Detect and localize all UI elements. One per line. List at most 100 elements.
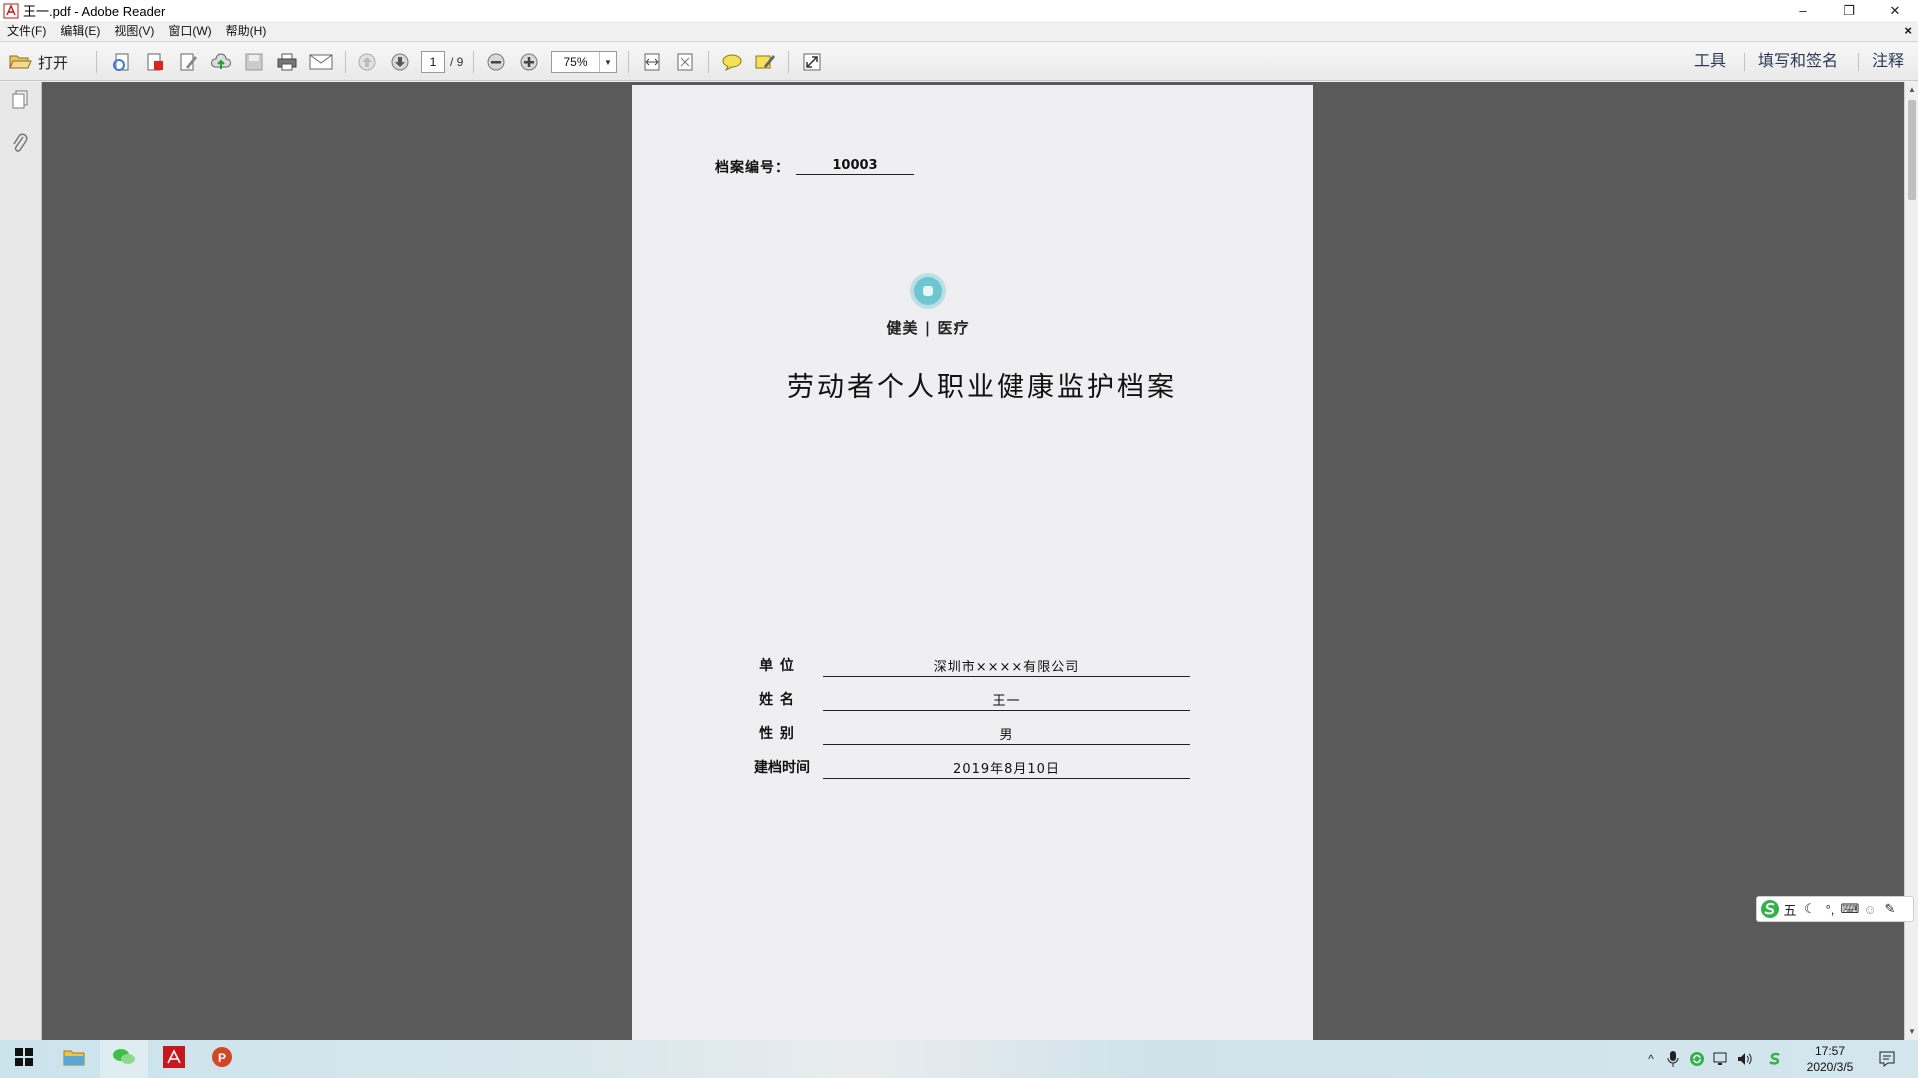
- punctuation-icon[interactable]: °,: [1820, 899, 1840, 919]
- previous-page-button[interactable]: [355, 50, 379, 74]
- volume-icon[interactable]: [1736, 1050, 1754, 1068]
- close-document-button[interactable]: ×: [1904, 23, 1912, 38]
- powerpoint-icon: P: [211, 1046, 233, 1073]
- arrow-down-circle-icon: [390, 52, 410, 72]
- toolbar: 打开 1 / 9 75% ▼ 工具 填写和签名 注释: [0, 43, 1918, 81]
- close-button[interactable]: ✕: [1872, 0, 1918, 21]
- highlight-button[interactable]: [753, 50, 777, 74]
- company-logo: [908, 271, 948, 311]
- toolbar-separator: [1744, 53, 1745, 71]
- keyboard-icon[interactable]: ⌨: [1840, 899, 1860, 919]
- chevron-down-icon[interactable]: ▼: [600, 52, 616, 72]
- minus-circle-icon: [486, 52, 506, 72]
- start-button[interactable]: [0, 1040, 48, 1078]
- taskbar-clock[interactable]: 17:57 2020/3/5: [1790, 1043, 1870, 1075]
- tools-button[interactable]: 工具: [1694, 51, 1726, 73]
- toolbar-separator: [345, 51, 346, 73]
- export-pdf-icon: [144, 51, 166, 73]
- toolbar-separator: [708, 51, 709, 73]
- wrench-icon[interactable]: ✎: [1880, 899, 1900, 919]
- comment-button[interactable]: 注释: [1872, 51, 1904, 73]
- upload-button[interactable]: [209, 50, 233, 74]
- attachments-button[interactable]: [8, 133, 32, 158]
- notification-icon[interactable]: [1878, 1050, 1896, 1068]
- restore-button[interactable]: ❐: [1826, 0, 1872, 21]
- save-icon: [244, 52, 264, 72]
- open-label: 打开: [38, 54, 69, 72]
- create-pdf-icon: [111, 51, 133, 73]
- menu-view[interactable]: 视图(V): [107, 21, 161, 42]
- open-button[interactable]: 打开: [8, 50, 68, 74]
- zoom-select[interactable]: 75% ▼: [551, 51, 617, 73]
- gender-label: 性 别: [759, 726, 795, 742]
- taskbar-file-explorer[interactable]: [50, 1040, 98, 1078]
- windows-icon: [15, 1047, 33, 1071]
- arrow-up-circle-icon: [357, 52, 377, 72]
- email-button[interactable]: [308, 50, 334, 74]
- document-view[interactable]: 档案编号： 10003 健美 | 医疗 劳动者个人职业健康监护档案 单 位 深圳…: [42, 82, 1904, 1040]
- gender-value: 男: [823, 724, 1190, 745]
- menu-file[interactable]: 文件(F): [0, 21, 53, 42]
- fit-width-icon: [642, 52, 662, 72]
- highlighter-icon: [754, 52, 776, 72]
- fit-width-button[interactable]: [640, 50, 664, 74]
- zoom-value: 75%: [552, 52, 600, 72]
- name-label: 姓 名: [759, 692, 795, 708]
- taskbar-powerpoint[interactable]: P: [198, 1040, 246, 1078]
- taskbar-wechat[interactable]: [100, 1040, 148, 1078]
- export-pdf-button[interactable]: [143, 50, 167, 74]
- user-icon[interactable]: ☺: [1860, 899, 1880, 919]
- scroll-up-icon[interactable]: ▲: [1907, 84, 1917, 96]
- archive-number-value: 10003: [796, 158, 914, 175]
- menu-window[interactable]: 窗口(W): [161, 21, 218, 42]
- microphone-icon[interactable]: [1664, 1050, 1682, 1068]
- plus-circle-icon: [519, 52, 539, 72]
- next-page-button[interactable]: [388, 50, 412, 74]
- scrollbar-thumb[interactable]: [1908, 100, 1916, 200]
- network-icon[interactable]: [1712, 1050, 1730, 1068]
- cloud-upload-icon: [210, 51, 232, 73]
- menu-edit[interactable]: 编辑(E): [53, 21, 107, 42]
- full-screen-button[interactable]: [800, 50, 824, 74]
- menu-help[interactable]: 帮助(H): [219, 21, 274, 42]
- navigation-pane: [0, 82, 42, 1040]
- print-button[interactable]: [275, 50, 299, 74]
- adobe-reader-icon: [3, 3, 19, 19]
- ime-mode[interactable]: 五: [1780, 899, 1800, 919]
- toolbar-separator: [788, 51, 789, 73]
- unit-value: 深圳市××××有限公司: [823, 656, 1190, 677]
- sticky-note-button[interactable]: [720, 50, 744, 74]
- save-button[interactable]: [242, 50, 266, 74]
- svg-text:P: P: [218, 1051, 226, 1065]
- taskbar-adobe-reader[interactable]: [150, 1040, 198, 1078]
- sync-icon[interactable]: [1688, 1050, 1706, 1068]
- window-title: 王一.pdf - Adobe Reader: [23, 4, 166, 19]
- folder-open-icon: [8, 52, 32, 72]
- page-thumbnails-button[interactable]: [8, 90, 32, 114]
- toolbar-separator: [628, 51, 629, 73]
- sogou-logo-icon[interactable]: [1760, 899, 1780, 919]
- sogou-tray-icon[interactable]: [1766, 1050, 1784, 1068]
- zoom-out-button[interactable]: [484, 50, 508, 74]
- name-value: 王一: [823, 690, 1190, 711]
- scroll-down-icon[interactable]: ▼: [1907, 1026, 1917, 1038]
- page-number-input[interactable]: 1: [421, 51, 445, 73]
- fit-page-button[interactable]: [673, 50, 697, 74]
- fill-and-sign-button[interactable]: 填写和签名: [1758, 51, 1838, 73]
- toolbar-separator: [1858, 53, 1859, 71]
- title-bar: 王一.pdf - Adobe Reader – ❐ ✕: [0, 0, 1918, 21]
- wechat-icon: [112, 1047, 136, 1072]
- adobe-reader-icon: [163, 1045, 185, 1073]
- clock-date: 2020/3/5: [1806, 1060, 1854, 1074]
- taskbar: P ^ 17:57 2020/3/5: [0, 1040, 1918, 1078]
- created-date-value: 2019年8月10日: [823, 758, 1190, 779]
- minimize-button[interactable]: –: [1780, 0, 1826, 21]
- moon-icon[interactable]: ☾: [1800, 899, 1820, 919]
- zoom-in-button[interactable]: [517, 50, 541, 74]
- chevron-up-icon[interactable]: ^: [1642, 1050, 1660, 1068]
- edit-pdf-button[interactable]: [176, 50, 200, 74]
- create-pdf-button[interactable]: [110, 50, 134, 74]
- company-logo-text: 健美 | 医疗: [886, 319, 970, 337]
- printer-icon: [276, 51, 298, 73]
- ime-toolbar: 五 ☾ °, ⌨ ☺ ✎: [1756, 896, 1914, 922]
